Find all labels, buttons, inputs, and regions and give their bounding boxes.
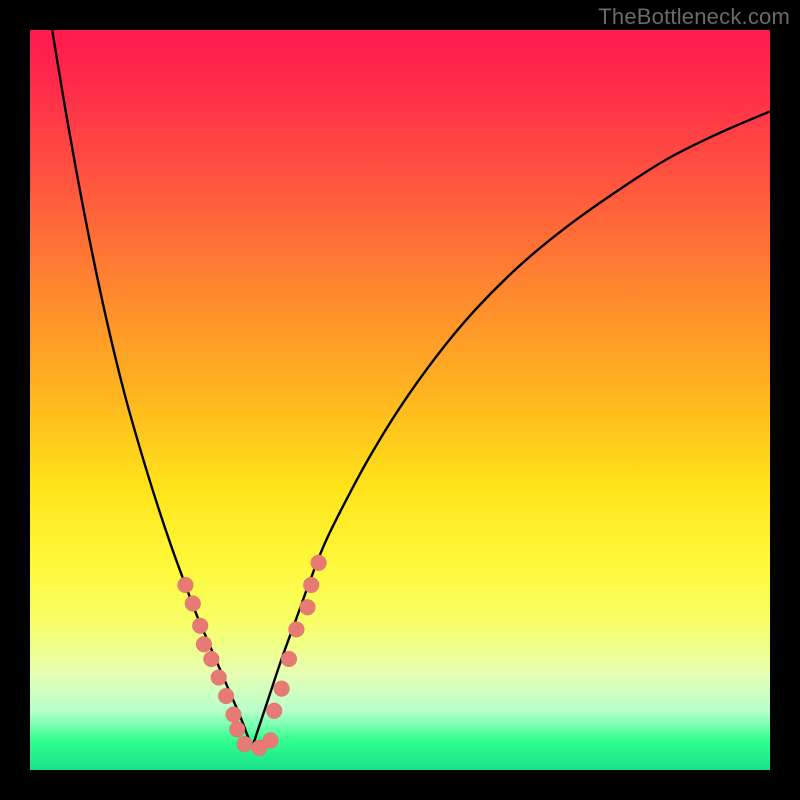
marker-dot <box>281 651 297 667</box>
marker-dot <box>218 688 234 704</box>
marker-dot <box>229 721 245 737</box>
marker-dot <box>192 618 208 634</box>
chart-svg <box>30 30 770 770</box>
marker-dot <box>203 651 219 667</box>
marker-dot <box>226 707 242 723</box>
marker-dot <box>211 670 227 686</box>
marker-dot <box>196 636 212 652</box>
left-curve <box>52 30 252 748</box>
watermark-text: TheBottleneck.com <box>598 4 790 30</box>
marker-dot <box>185 596 201 612</box>
marker-dot <box>303 577 319 593</box>
markers-group <box>177 555 326 756</box>
marker-dot <box>300 599 316 615</box>
marker-dot <box>263 732 279 748</box>
marker-dot <box>311 555 327 571</box>
marker-dot <box>237 736 253 752</box>
marker-dot <box>274 681 290 697</box>
plot-area <box>30 30 770 770</box>
chart-frame: TheBottleneck.com <box>0 0 800 800</box>
right-curve <box>252 111 770 747</box>
marker-dot <box>266 703 282 719</box>
marker-dot <box>288 621 304 637</box>
marker-dot <box>177 577 193 593</box>
